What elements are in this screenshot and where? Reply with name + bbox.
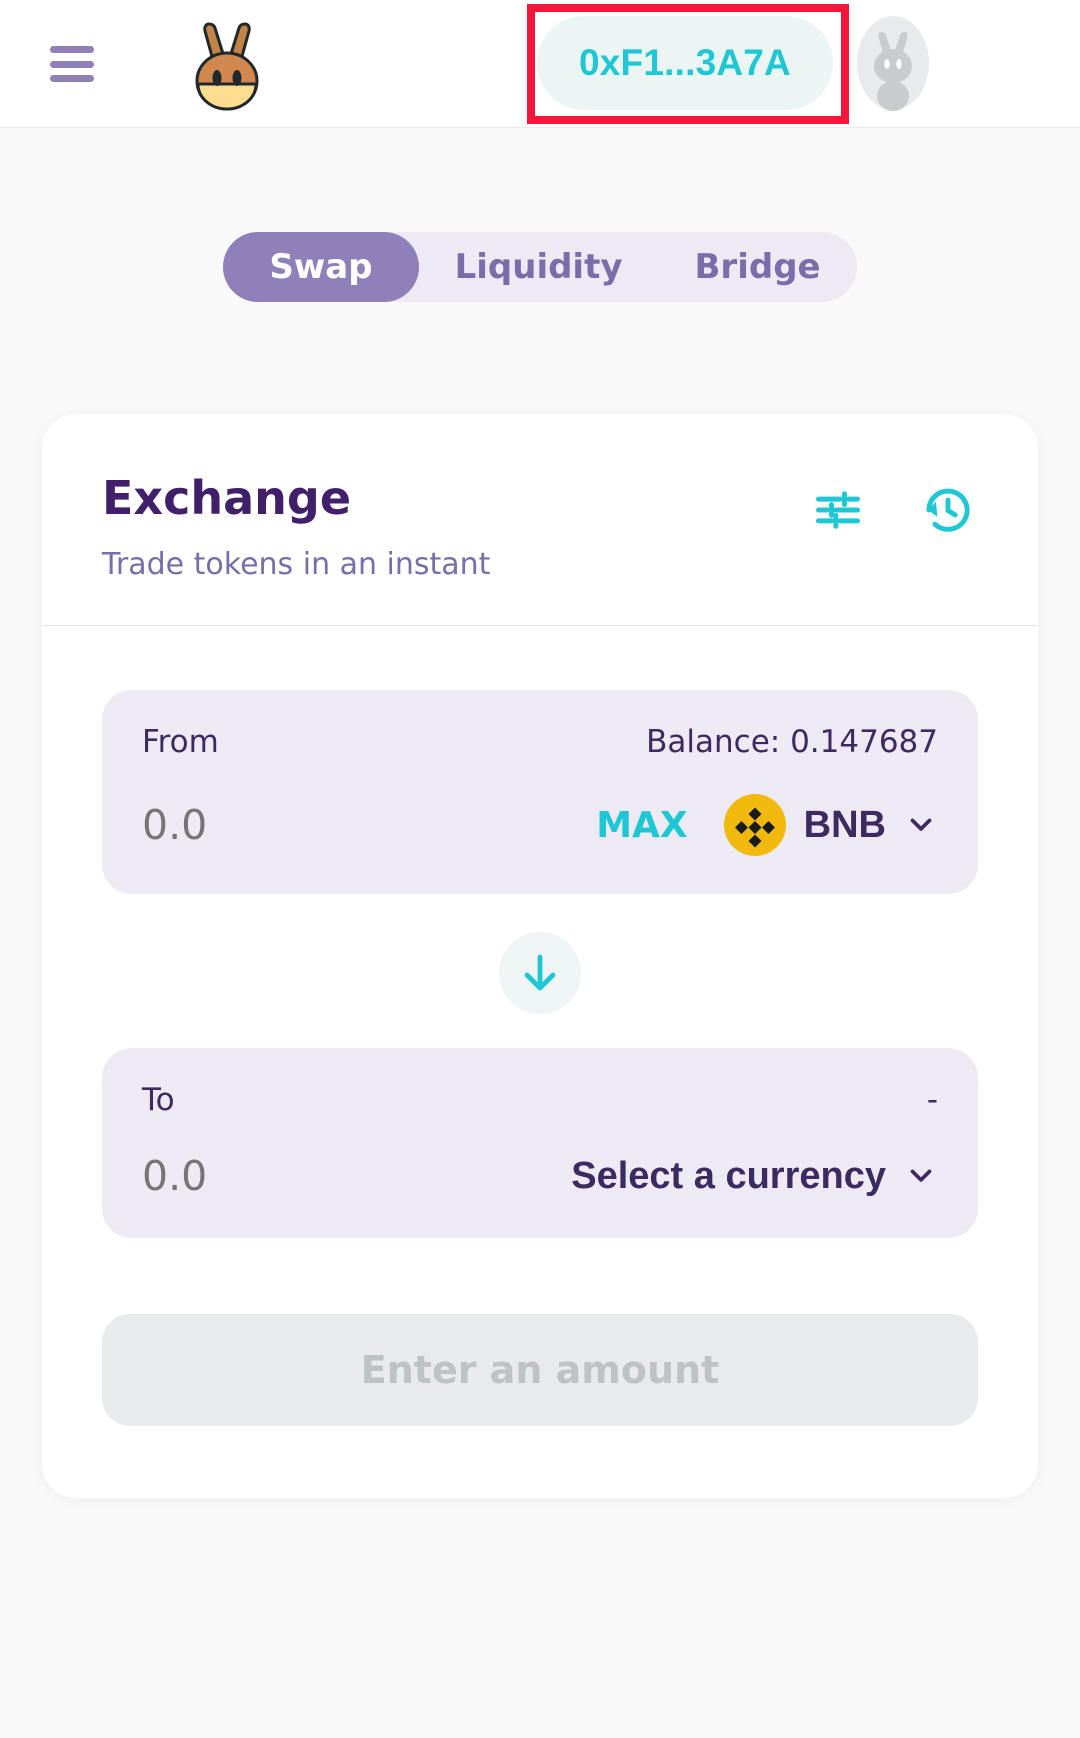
enter-amount-label: Enter an amount [361, 1348, 719, 1392]
bnb-token-svg [724, 794, 786, 856]
clock-history-svg [921, 483, 975, 537]
from-balance: Balance: 0.147687 [646, 724, 938, 760]
nav-tabs: Swap Liquidity Bridge [223, 232, 856, 302]
to-balance: - [927, 1082, 938, 1118]
hamburger-bar [50, 75, 94, 82]
to-label: To [142, 1082, 175, 1118]
card-header-actions [810, 482, 976, 538]
from-amount-input[interactable] [142, 801, 442, 849]
chevron-down-icon [904, 807, 938, 844]
hamburger-menu-icon[interactable] [50, 46, 94, 82]
wallet-address-label: 0xF1...3A7A [579, 42, 791, 84]
chevron-down-svg [904, 1158, 938, 1192]
app-header: 0xF1...3A7A [0, 0, 1080, 128]
exchange-card-header: Exchange Trade tokens in an instant [42, 414, 1038, 626]
tab-bridge-label: Bridge [695, 247, 821, 287]
from-panel-header: From Balance: 0.147687 [142, 724, 938, 760]
pancakeswap-bunny-logo[interactable] [182, 16, 274, 116]
sliders-settings-svg [812, 484, 864, 536]
to-panel: To - Select a currency [102, 1048, 978, 1238]
page-subtitle: Trade tokens in an instant [102, 548, 978, 581]
tab-liquidity-label: Liquidity [455, 247, 623, 287]
clock-history-icon[interactable] [920, 482, 976, 538]
sliders-settings-icon[interactable] [810, 482, 866, 538]
tab-swap[interactable]: Swap [223, 232, 418, 302]
max-button[interactable]: MAX [596, 805, 687, 846]
exchange-card-body: From Balance: 0.147687 MAX [42, 626, 1038, 1498]
from-panel-controls: MAX [596, 794, 938, 856]
from-label: From [142, 724, 219, 760]
to-amount-input[interactable] [142, 1152, 442, 1200]
to-panel-row: Select a currency [142, 1152, 938, 1200]
chevron-down-svg [904, 807, 938, 841]
arrow-down-icon[interactable] [499, 932, 581, 1014]
from-token-symbol: BNB [804, 804, 886, 847]
chevron-down-icon [904, 1158, 938, 1195]
wallet-address-button[interactable]: 0xF1...3A7A [537, 16, 833, 110]
exchange-card: Exchange Trade tokens in an instant [42, 414, 1038, 1498]
tab-swap-label: Swap [269, 247, 372, 287]
avatar-svg [855, 14, 931, 112]
from-panel: From Balance: 0.147687 MAX [102, 690, 978, 894]
tab-bridge[interactable]: Bridge [659, 232, 857, 302]
select-currency-label: Select a currency [571, 1155, 886, 1198]
from-token-select-button[interactable]: BNB [724, 794, 938, 856]
bnb-token-icon [724, 794, 786, 856]
enter-amount-button[interactable]: Enter an amount [102, 1314, 978, 1426]
hamburger-bar [50, 61, 94, 68]
tab-liquidity[interactable]: Liquidity [419, 232, 659, 302]
from-panel-row: MAX [142, 794, 938, 856]
swap-direction-container [102, 894, 978, 1048]
to-panel-header: To - [142, 1082, 938, 1118]
hamburger-bar [50, 46, 94, 53]
to-token-select-button[interactable]: Select a currency [571, 1155, 938, 1198]
arrow-down-svg [516, 949, 564, 997]
nav-tabs-container: Swap Liquidity Bridge [0, 232, 1080, 302]
bunny-logo-svg [182, 16, 274, 116]
bunny-avatar-icon[interactable] [855, 14, 931, 112]
